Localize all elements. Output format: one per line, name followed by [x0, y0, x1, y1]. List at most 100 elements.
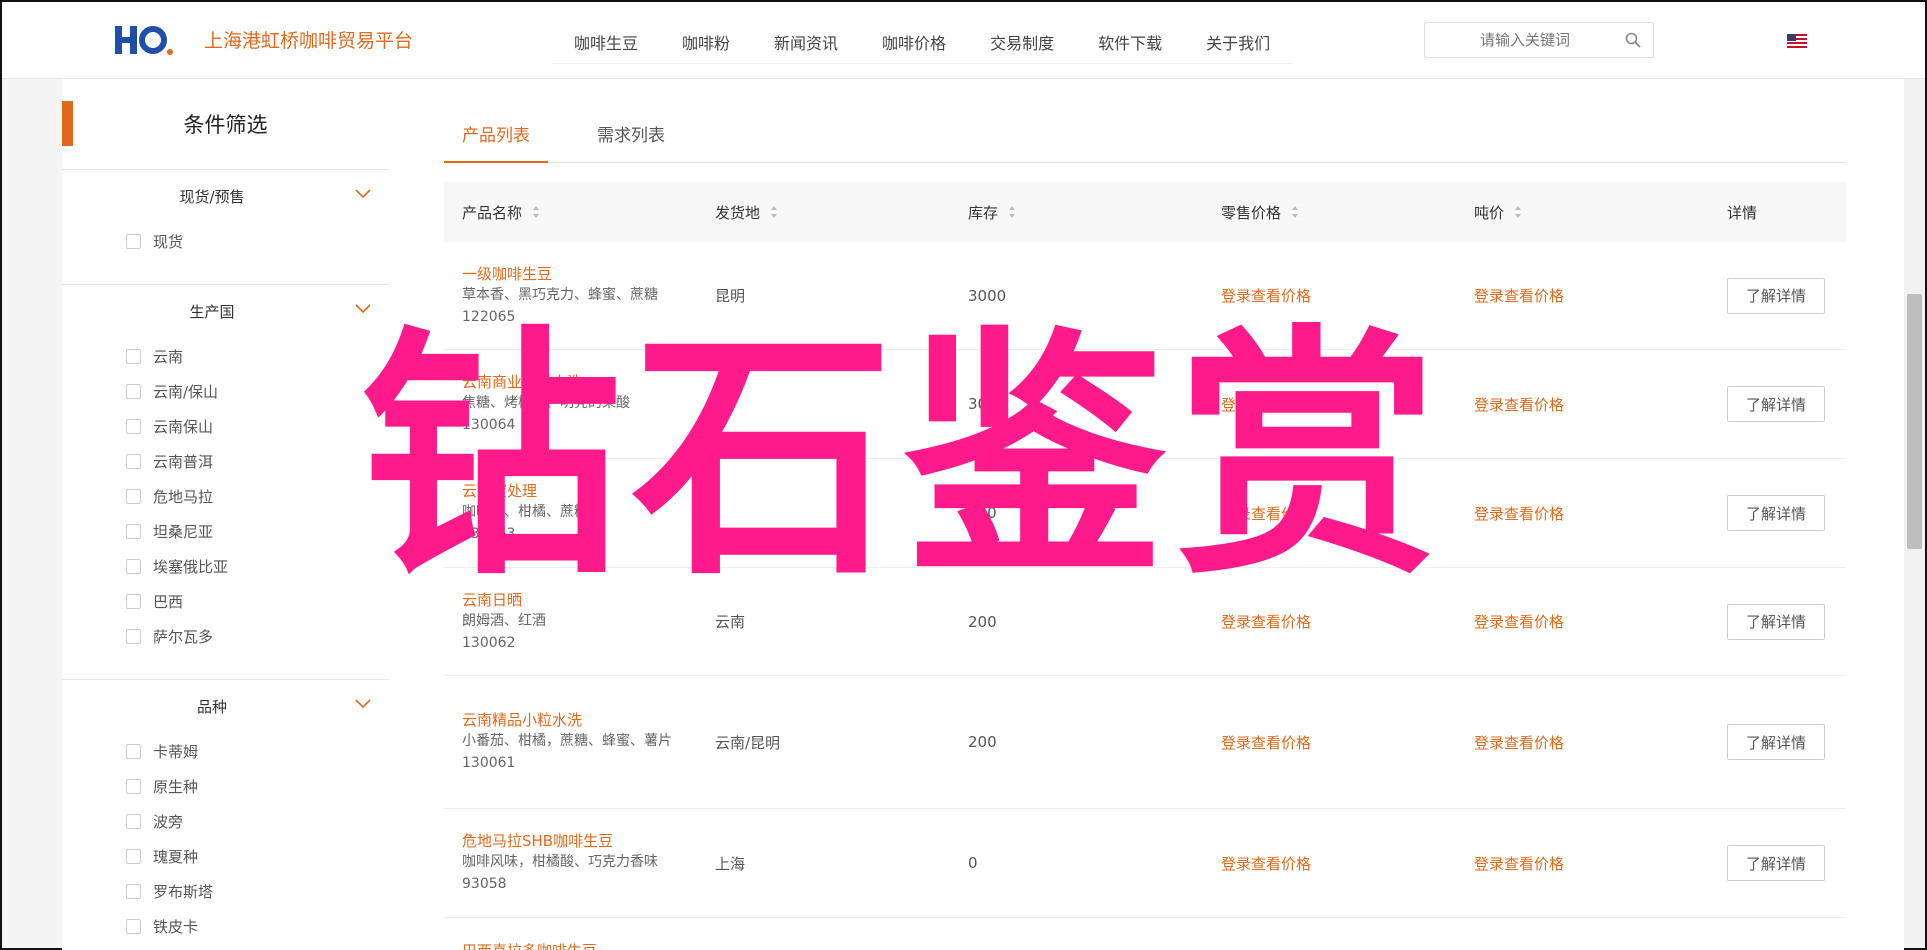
column-header-ton-price[interactable]: 吨价 — [1456, 202, 1709, 223]
checkbox[interactable] — [126, 919, 141, 934]
search-input[interactable] — [1425, 23, 1615, 57]
detail-button[interactable]: 了解详情 — [1727, 724, 1825, 760]
us-flag-icon[interactable] — [1787, 34, 1807, 48]
filter-option[interactable]: 卡蒂姆 — [62, 734, 389, 769]
filter-option[interactable]: 云南 — [62, 339, 389, 374]
retail-price-link[interactable]: 登录查看价格 — [1203, 853, 1456, 874]
filter-option[interactable]: 瑰夏种 — [62, 839, 389, 874]
checkbox[interactable] — [126, 349, 141, 364]
checkbox[interactable] — [126, 594, 141, 609]
sort-icon[interactable] — [1008, 205, 1016, 219]
product-flavor: 朗姆酒、红酒 — [462, 612, 546, 629]
nav-item-news[interactable]: 新闻资讯 — [774, 20, 838, 63]
filter-head-variety[interactable]: 品种 — [62, 680, 389, 734]
product-cell: 云南精品小粒水洗 小番茄、柑橘，蔗糖、蜂蜜、薯片 130061 — [444, 709, 697, 775]
filter-option-label: 云南/保山 — [153, 383, 219, 401]
filter-option-label: 波旁 — [153, 813, 184, 831]
main-nav: 咖啡生豆 咖啡粉 新闻资讯 咖啡价格 交易制度 软件下载 关于我们 — [552, 20, 1292, 64]
detail-button[interactable]: 了解详情 — [1727, 495, 1825, 531]
checkbox[interactable] — [126, 234, 141, 249]
checkbox[interactable] — [126, 849, 141, 864]
detail-cell: 了解详情 — [1709, 724, 1846, 760]
column-header-stock[interactable]: 库存 — [950, 202, 1203, 223]
checkbox[interactable] — [126, 744, 141, 759]
checkbox[interactable] — [126, 629, 141, 644]
checkbox[interactable] — [126, 454, 141, 469]
sidebar-title: 条件筛选 — [183, 113, 268, 137]
retail-price-link[interactable]: 登录查看价格 — [1203, 285, 1456, 306]
checkbox[interactable] — [126, 489, 141, 504]
sort-icon[interactable] — [532, 205, 540, 219]
filter-option[interactable]: 云南/保山 — [62, 374, 389, 409]
product-name-link[interactable]: 云南精品小粒水洗 — [462, 709, 697, 731]
checkbox[interactable] — [126, 559, 141, 574]
chevron-down-icon[interactable] — [355, 188, 371, 200]
ton-price-link[interactable]: 登录查看价格 — [1456, 611, 1709, 632]
checkbox[interactable] — [126, 524, 141, 539]
ton-price-link[interactable]: 登录查看价格 — [1456, 853, 1709, 874]
header-label: 吨价 — [1474, 203, 1505, 222]
checkbox[interactable] — [126, 384, 141, 399]
header-label: 库存 — [968, 203, 999, 222]
checkbox[interactable] — [126, 884, 141, 899]
detail-button[interactable]: 了解详情 — [1727, 845, 1825, 881]
product-code: 93058 — [462, 876, 507, 892]
filter-group-variety: 品种 卡蒂姆 原生种 波旁 瑰夏种 罗布斯塔 铁皮卡 — [62, 679, 389, 944]
retail-price-link[interactable]: 登录查看价格 — [1203, 611, 1456, 632]
filter-option[interactable]: 埃塞俄比亚 — [62, 549, 389, 584]
filter-option[interactable]: 原生种 — [62, 769, 389, 804]
nav-item-trading-rules[interactable]: 交易制度 — [990, 20, 1054, 63]
header-label: 详情 — [1727, 203, 1758, 222]
ton-price-link[interactable]: 登录查看价格 — [1456, 732, 1709, 753]
tab-product-list[interactable]: 产品列表 — [444, 117, 548, 163]
search-icon[interactable] — [1625, 32, 1641, 48]
nav-item-coffee-powder[interactable]: 咖啡粉 — [682, 20, 730, 63]
filter-option[interactable]: 危地马拉 — [62, 479, 389, 514]
retail-price-link[interactable]: 登录查看价格 — [1203, 732, 1456, 753]
filter-option[interactable]: 云南保山 — [62, 409, 389, 444]
nav-item-about[interactable]: 关于我们 — [1206, 20, 1270, 63]
tab-demand-list[interactable]: 需求列表 — [579, 117, 683, 163]
column-header-name[interactable]: 产品名称 — [444, 202, 697, 223]
ton-price-link[interactable]: 登录查看价格 — [1456, 503, 1709, 524]
column-header-origin[interactable]: 发货地 — [697, 202, 950, 223]
ton-price-link[interactable]: 登录查看价格 — [1456, 285, 1709, 306]
column-header-retail-price[interactable]: 零售价格 — [1203, 202, 1456, 223]
filter-option[interactable]: 波旁 — [62, 804, 389, 839]
filter-head-availability[interactable]: 现货/预售 — [62, 170, 389, 224]
nav-item-software[interactable]: 软件下载 — [1098, 20, 1162, 63]
filter-option[interactable]: 铁皮卡 — [62, 909, 389, 944]
header-label: 零售价格 — [1221, 203, 1282, 222]
ton-price-link[interactable]: 登录查看价格 — [1456, 394, 1709, 415]
filter-option-label: 云南普洱 — [153, 453, 214, 471]
top-header: 上海港虹桥咖啡贸易平台 咖啡生豆 咖啡粉 新闻资讯 咖啡价格 交易制度 软件下载… — [2, 2, 1925, 79]
product-name-link[interactable]: 危地马拉SHB咖啡生豆 — [462, 830, 697, 852]
filter-option[interactable]: 现货 — [62, 224, 389, 259]
sort-icon[interactable] — [770, 205, 778, 219]
filter-option[interactable]: 罗布斯塔 — [62, 874, 389, 909]
checkbox[interactable] — [126, 814, 141, 829]
column-header-detail: 详情 — [1709, 202, 1846, 223]
logo-icon[interactable] — [115, 22, 175, 58]
nav-item-prices[interactable]: 咖啡价格 — [882, 20, 946, 63]
product-name-link[interactable]: 一级咖啡生豆 — [462, 263, 697, 285]
detail-button[interactable]: 了解详情 — [1727, 386, 1825, 422]
detail-button[interactable]: 了解详情 — [1727, 603, 1825, 640]
product-name-link[interactable]: 巴西喜拉多咖啡生豆 — [462, 940, 697, 950]
sort-icon[interactable] — [1291, 205, 1299, 219]
chevron-down-icon[interactable] — [355, 698, 371, 710]
checkbox[interactable] — [126, 779, 141, 794]
filter-option[interactable]: 萨尔瓦多 — [62, 619, 389, 654]
brand-name[interactable]: 上海港虹桥咖啡贸易平台 — [204, 26, 413, 53]
nav-item-green-beans[interactable]: 咖啡生豆 — [574, 20, 638, 63]
detail-button[interactable]: 了解详情 — [1727, 277, 1825, 314]
filter-option[interactable]: 巴西 — [62, 584, 389, 619]
page-scrollbar[interactable] — [1904, 79, 1925, 948]
filter-option[interactable]: 云南普洱 — [62, 444, 389, 479]
checkbox[interactable] — [126, 419, 141, 434]
filter-head-country[interactable]: 生产国 — [62, 285, 389, 339]
sort-icon[interactable] — [1514, 205, 1522, 219]
scrollbar-thumb[interactable] — [1907, 294, 1922, 549]
filter-option[interactable]: 坦桑尼亚 — [62, 514, 389, 549]
filter-group-label: 生产国 — [189, 303, 235, 321]
